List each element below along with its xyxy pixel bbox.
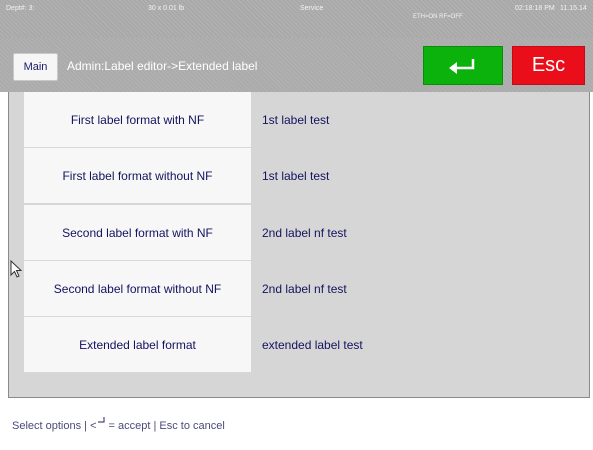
- weight-indicator: 30 x 0.01 lb: [148, 5, 185, 12]
- mode-indicator: Service: [300, 5, 324, 12]
- option-value: 2nd label nf test: [262, 226, 347, 240]
- status-bar: Dept#: 3: 30 x 0.01 lb Service 02:18:18 …: [0, 0, 593, 38]
- main-button[interactable]: Main: [13, 53, 58, 81]
- enter-button[interactable]: [423, 46, 503, 85]
- clock-time: 02:18:18 PM: [515, 5, 555, 12]
- enter-return-icon: [97, 417, 105, 423]
- header-bar: Main Admin:Label editor->Extended label …: [0, 38, 593, 92]
- enter-return-icon: [449, 58, 475, 74]
- option-button[interactable]: Second label format with NF: [24, 205, 251, 261]
- hint-prefix: Select options | <: [12, 420, 97, 432]
- breadcrumb: Admin:Label editor->Extended label: [67, 59, 258, 73]
- option-value: 1st label test: [262, 113, 330, 127]
- option-value: extended label test: [262, 338, 363, 352]
- option-value: 2nd label nf test: [262, 282, 347, 296]
- option-button[interactable]: First label format without NF: [24, 148, 251, 204]
- option-button[interactable]: Second label format without NF: [24, 261, 251, 317]
- option-value: 1st label test: [262, 169, 330, 183]
- network-status: ETH=ON RF=OFF: [413, 14, 463, 20]
- hint-suffix: = accept | Esc to cancel: [105, 420, 225, 432]
- option-button[interactable]: First label format with NF: [24, 92, 251, 148]
- department-indicator: Dept#: 3:: [6, 5, 35, 12]
- list-item: First label format with NF 1st label tes…: [24, 92, 578, 148]
- list-item: First label format without NF 1st label …: [24, 148, 578, 204]
- mouse-cursor-icon: [10, 260, 22, 278]
- options-panel: First label format with NF 1st label tes…: [8, 92, 590, 398]
- option-button[interactable]: Extended label format: [24, 317, 251, 373]
- list-item: Second label format with NF 2nd label nf…: [24, 205, 578, 261]
- status-hint: Select options | < = accept | Esc to can…: [12, 417, 225, 432]
- list-item: Extended label format extended label tes…: [24, 317, 578, 373]
- clock-date: 11.15.14: [560, 5, 587, 12]
- list-item: Second label format without NF 2nd label…: [24, 261, 578, 317]
- esc-button[interactable]: Esc: [512, 46, 585, 85]
